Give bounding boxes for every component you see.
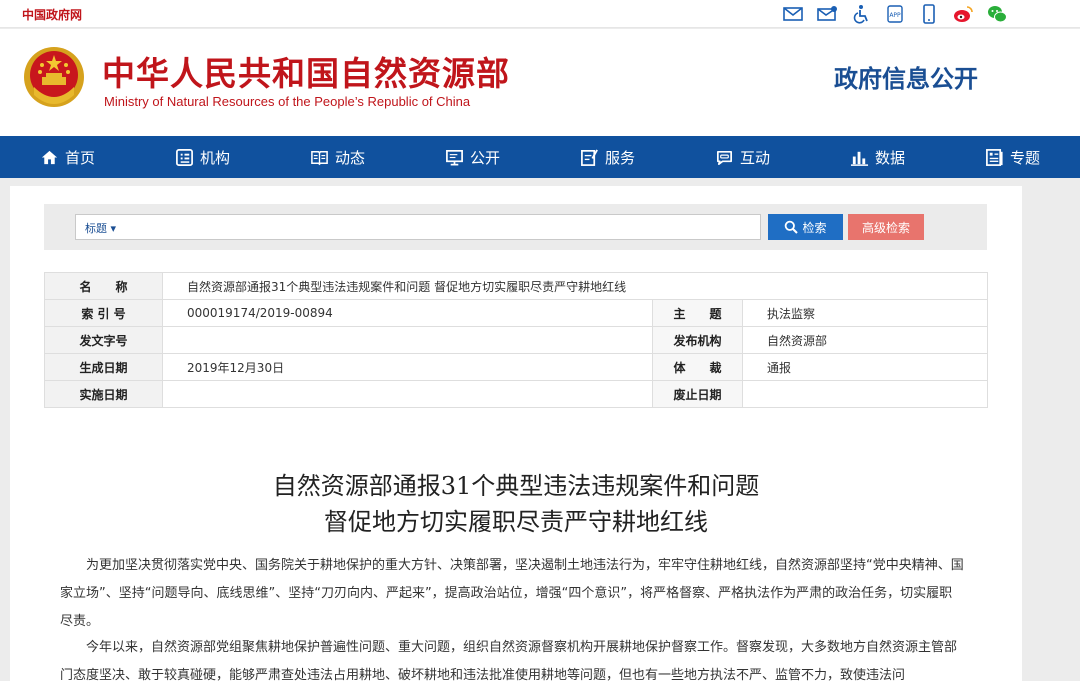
meta-value-publisher: 自然资源部 [742,326,988,354]
nav-item-topic[interactable]: 专题 [945,136,1080,178]
search-button-label: 检索 [802,220,827,235]
main-nav: 首页 机构 动态 公开 服务 互动 数据 专题 [0,136,1080,178]
national-emblem-logo[interactable] [22,43,86,117]
meta-label: 发布机构 [652,326,743,354]
meta-label: 发文字号 [44,326,163,354]
meta-label: 实施日期 [44,380,163,408]
nav-item-news[interactable]: 动态 [270,136,405,178]
search-scope-dropdown[interactable]: 标题 ▾ [85,220,116,236]
mail-icon[interactable] [782,3,804,25]
site-header: 中华人民共和国自然资源部 Ministry of Natural Resourc… [0,29,1080,136]
site-title: 中华人民共和国自然资源部 [102,54,510,93]
monitor-icon [446,149,463,165]
article-title-line: 自然资源部通报31个典型违法违规案件和问题 [272,472,760,500]
site-subtitle-en: Ministry of Natural Resources of the Peo… [104,94,471,109]
accessibility-icon[interactable] [850,3,872,25]
content-panel: 标题 ▾ 检索 高级检索 名 称 自然资源部通报31个典型违法违规案件和问题 督… [10,186,1022,681]
mail-open-icon[interactable] [816,3,838,25]
meta-value-topic: 执法监察 [742,299,988,327]
home-icon [41,150,58,164]
article-title: 自然资源部通报31个典型违法违规案件和问题 督促地方切实履职尽责严守耕地红线 [10,468,1022,540]
nav-label: 互动 [739,148,770,167]
meta-label: 废止日期 [652,380,743,408]
table-row: 名 称 自然资源部通报31个典型违法违规案件和问题 督促地方切实履职尽责严守耕地… [44,272,988,300]
app-icon[interactable]: APP [884,3,906,25]
table-row: 生成日期 2019年12月30日 体 裁 通报 [44,353,988,381]
meta-label: 生成日期 [44,353,163,381]
channel-title[interactable]: 政府信息公开 [834,59,978,94]
meta-label: 索 引 号 [44,299,163,327]
advanced-search-button[interactable]: 高级检索 [848,214,924,240]
meta-value-index: 000019174/2019-00894 [162,299,653,327]
nav-label: 服务 [604,148,635,167]
nav-label: 动态 [334,148,365,167]
weibo-icon[interactable] [952,3,974,25]
search-icon [785,220,799,234]
mobile-icon[interactable] [918,3,940,25]
nav-label: 首页 [64,148,95,167]
nav-label: 公开 [469,148,500,167]
book-icon [311,150,328,165]
gov-portal-link[interactable]: 中国政府网 [22,6,82,23]
nav-item-interact[interactable]: 互动 [675,136,810,178]
nav-item-data[interactable]: 数据 [810,136,945,178]
nav-item-org[interactable]: 机构 [135,136,270,178]
article-paragraph: 今年以来，自然资源部党组聚焦耕地保护普遍性问题、重大问题，组织自然资源督察机构开… [60,640,958,681]
meta-value-date: 2019年12月30日 [162,353,653,381]
meta-label: 主 题 [652,299,743,327]
nav-item-open[interactable]: 公开 [405,136,540,178]
org-icon [176,148,193,166]
top-bar: 中国政府网 APP [0,0,1080,28]
search-input[interactable]: 标题 ▾ [75,214,761,240]
table-row: 发文字号 发布机构 自然资源部 [44,326,988,354]
table-row: 索 引 号 000019174/2019-00894 主 题 执法监察 [44,299,988,327]
document-meta-table: 名 称 自然资源部通报31个典型违法违规案件和问题 督促地方切实履职尽责严守耕地… [44,272,988,408]
meta-value-genre: 通报 [742,353,988,381]
meta-value-docno [162,326,653,354]
meta-label: 名 称 [44,272,163,300]
chat-icon [716,150,732,165]
search-area: 标题 ▾ 检索 高级检索 [44,204,987,250]
meta-value-effective [162,380,653,408]
nav-label: 机构 [199,148,230,167]
meta-value-abolish [742,380,988,408]
wechat-icon[interactable] [986,3,1008,25]
nav-item-home[interactable]: 首页 [0,136,135,178]
nav-item-service[interactable]: 服务 [540,136,675,178]
advanced-search-label: 高级检索 [861,220,910,235]
article-paragraph: 为更加坚决贯彻落实党中央、国务院关于耕地保护的重大方针、决策部署，坚决遏制土地违… [60,558,964,629]
nav-label: 数据 [874,148,905,167]
table-row: 实施日期 废止日期 [44,380,988,408]
meta-label: 体 裁 [652,353,743,381]
service-icon [581,148,598,166]
nav-label: 专题 [1009,148,1040,167]
svg-text:APP: APP [889,12,901,19]
bar-chart-icon [850,151,869,166]
meta-value-name: 自然资源部通报31个典型违法违规案件和问题 督促地方切实履职尽责严守耕地红线 [162,272,988,300]
article-title-line: 督促地方切实履职尽责严守耕地红线 [324,508,708,536]
search-button[interactable]: 检索 [768,214,843,240]
top-icon-group: APP [782,3,1008,25]
topic-icon [986,148,1003,166]
